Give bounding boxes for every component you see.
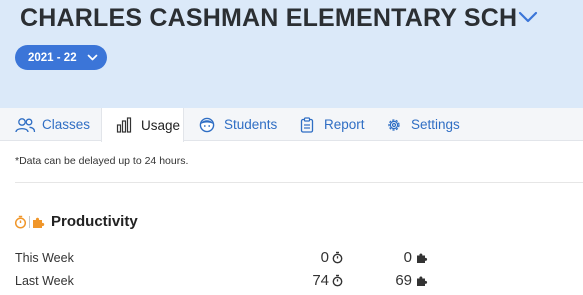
users-icon <box>14 116 36 134</box>
gear-icon <box>383 116 405 134</box>
puzzles-value: 0 <box>403 249 412 266</box>
puzzle-piece-icon <box>417 276 428 286</box>
tab-students[interactable]: Students <box>196 108 277 141</box>
tab-report[interactable]: Report <box>296 108 365 141</box>
school-name: CHARLES CASHMAN ELEMENTARY SCH <box>20 4 518 32</box>
row-label: Last Week <box>15 274 74 288</box>
school-year-label: 2021 - 22 <box>28 51 77 64</box>
row-label: This Week <box>15 251 74 265</box>
data-delay-note: *Data can be delayed up to 24 hours. <box>15 155 189 167</box>
divider <box>15 182 583 183</box>
heading-separator <box>29 215 30 228</box>
puzzles-value: 69 <box>395 272 412 289</box>
bar-chart-icon <box>113 116 135 134</box>
puzzle-piece-icon <box>33 217 45 228</box>
tab-label: Usage <box>141 117 181 133</box>
tab-settings[interactable]: Settings <box>383 108 460 141</box>
productivity-title: Productivity <box>51 213 138 230</box>
school-year-dropdown[interactable]: 2021 - 22 <box>15 45 107 70</box>
productivity-heading: Productivity <box>14 213 138 230</box>
tab-label: Report <box>324 117 365 132</box>
clipboard-icon <box>296 116 318 134</box>
time-value: 0 <box>320 249 329 266</box>
puzzle-piece-icon <box>417 253 428 263</box>
tab-label: Settings <box>411 117 460 132</box>
tab-classes[interactable]: Classes <box>14 108 90 141</box>
tab-label: Classes <box>42 117 91 132</box>
page-header: CHARLES CASHMAN ELEMENTARY SCH 2021 - 22 <box>0 0 583 108</box>
time-value: 74 <box>312 272 329 289</box>
student-face-icon <box>196 116 218 134</box>
stopwatch-icon <box>14 215 27 229</box>
last-week-row: Last Week 74 69 <box>15 272 435 292</box>
this-week-row: This Week 0 0 <box>15 249 435 269</box>
chevron-down-icon <box>87 54 97 60</box>
tab-usage[interactable]: Usage <box>101 108 184 142</box>
stopwatch-icon <box>332 274 343 287</box>
school-chevron-down-icon[interactable] <box>517 10 539 24</box>
tab-label: Students <box>224 117 278 132</box>
stopwatch-icon <box>332 251 343 264</box>
tab-bar: Classes Usage Students Report Settings <box>0 108 583 142</box>
